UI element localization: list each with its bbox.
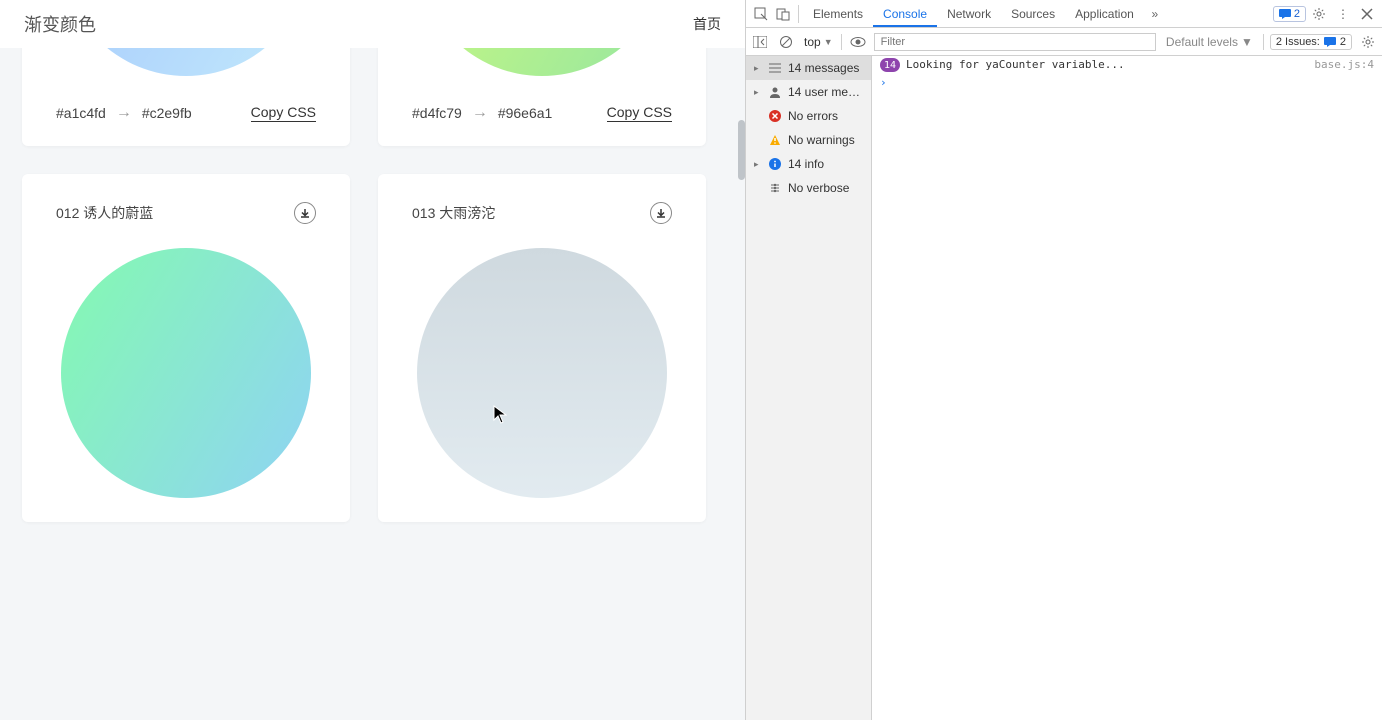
site-header: 渐变颜色 首页 bbox=[0, 0, 745, 48]
log-source[interactable]: base.js:4 bbox=[1314, 58, 1374, 72]
log-count-badge: 14 bbox=[880, 58, 900, 72]
device-toggle-icon[interactable] bbox=[772, 7, 794, 21]
download-icon bbox=[300, 208, 310, 218]
kebab-icon[interactable]: ⋮ bbox=[1332, 7, 1354, 21]
warning-icon bbox=[768, 133, 782, 147]
sidebar-errors[interactable]: No errors bbox=[746, 104, 871, 128]
toggle-sidebar-icon[interactable] bbox=[750, 36, 770, 48]
issues-button[interactable]: 2 Issues: 2 bbox=[1270, 34, 1352, 50]
color-to: #c2e9fb bbox=[142, 105, 192, 121]
copy-css-button[interactable]: Copy CSS bbox=[607, 104, 672, 122]
arrow-icon: → bbox=[116, 104, 132, 122]
chevron-right-icon: ▸ bbox=[754, 159, 762, 170]
context-selector[interactable]: top▼ bbox=[802, 35, 835, 49]
download-icon bbox=[656, 208, 666, 218]
error-icon bbox=[768, 109, 782, 123]
clear-console-icon[interactable] bbox=[776, 35, 796, 49]
chevron-down-icon: ▼ bbox=[1241, 35, 1253, 49]
color-codes: #d4fc79 → #96e6a1 bbox=[412, 104, 552, 122]
sidebar-messages[interactable]: ▸ 14 messages bbox=[746, 56, 871, 80]
log-row[interactable]: 14 Looking for yaCounter variable... bas… bbox=[872, 56, 1382, 74]
color-from: #d4fc79 bbox=[412, 105, 462, 121]
chevron-right-icon: ▸ bbox=[754, 63, 762, 74]
settings-icon[interactable] bbox=[1308, 7, 1330, 21]
sidebar-warnings[interactable]: No warnings bbox=[746, 128, 871, 152]
inspect-icon[interactable] bbox=[750, 7, 772, 21]
content-area: #a1c4fd → #c2e9fb Copy CSS #d4fc79 → #96… bbox=[0, 0, 745, 720]
chevron-right-icon: ▸ bbox=[754, 87, 762, 98]
live-expression-icon[interactable] bbox=[848, 36, 868, 48]
tab-console[interactable]: Console bbox=[873, 1, 937, 27]
chevron-down-icon: ▼ bbox=[824, 37, 833, 47]
card-grid: #a1c4fd → #c2e9fb Copy CSS #d4fc79 → #96… bbox=[0, 0, 745, 522]
card-title: 012 诱人的蔚蓝 bbox=[56, 203, 153, 223]
close-icon[interactable] bbox=[1356, 8, 1378, 20]
devtools-tabs: Elements Console Network Sources Applica… bbox=[746, 0, 1382, 28]
copy-css-button[interactable]: Copy CSS bbox=[251, 104, 316, 122]
sidebar-info[interactable]: ▸ 14 info bbox=[746, 152, 871, 176]
page-content: 渐变颜色 首页 #a1c4fd → #c2e9fb Copy CSS bbox=[0, 0, 745, 720]
console-sidebar: ▸ 14 messages ▸ 14 user me… No errors No… bbox=[746, 56, 872, 720]
devtools-panel: Elements Console Network Sources Applica… bbox=[745, 0, 1382, 720]
chat-icon bbox=[1324, 37, 1336, 47]
user-icon bbox=[768, 85, 782, 99]
tab-sources[interactable]: Sources bbox=[1001, 1, 1065, 27]
gradient-swatch bbox=[417, 248, 667, 498]
card-title: 013 大雨滂沱 bbox=[412, 203, 495, 223]
tab-elements[interactable]: Elements bbox=[803, 1, 873, 27]
gradient-swatch bbox=[61, 248, 311, 498]
levels-selector[interactable]: Default levels▼ bbox=[1166, 35, 1253, 49]
color-codes: #a1c4fd → #c2e9fb bbox=[56, 104, 192, 122]
feedback-button[interactable]: 2 bbox=[1273, 6, 1306, 22]
verbose-icon bbox=[768, 181, 782, 195]
info-icon bbox=[768, 157, 782, 171]
console-prompt[interactable]: › bbox=[872, 74, 1382, 91]
chat-icon bbox=[1279, 9, 1291, 19]
console-log: 14 Looking for yaCounter variable... bas… bbox=[872, 56, 1382, 720]
gradient-card: 012 诱人的蔚蓝 bbox=[22, 174, 350, 522]
arrow-icon: → bbox=[472, 104, 488, 122]
more-tabs-icon[interactable]: » bbox=[1144, 7, 1166, 21]
log-message: Looking for yaCounter variable... bbox=[906, 58, 1314, 72]
color-from: #a1c4fd bbox=[56, 105, 106, 121]
page-title: 渐变颜色 bbox=[24, 11, 96, 37]
color-to: #96e6a1 bbox=[498, 105, 553, 121]
tab-network[interactable]: Network bbox=[937, 1, 1001, 27]
sidebar-user-messages[interactable]: ▸ 14 user me… bbox=[746, 80, 871, 104]
list-icon bbox=[768, 61, 782, 75]
download-button[interactable] bbox=[294, 202, 316, 224]
console-toolbar: top▼ Default levels▼ 2 Issues: 2 bbox=[746, 28, 1382, 56]
settings-icon[interactable] bbox=[1358, 35, 1378, 49]
sidebar-verbose[interactable]: No verbose bbox=[746, 176, 871, 200]
console-main: ▸ 14 messages ▸ 14 user me… No errors No… bbox=[746, 56, 1382, 720]
tab-application[interactable]: Application bbox=[1065, 1, 1144, 27]
gradient-card: 013 大雨滂沱 bbox=[378, 174, 706, 522]
home-link[interactable]: 首页 bbox=[693, 14, 721, 34]
download-button[interactable] bbox=[650, 202, 672, 224]
filter-input[interactable] bbox=[874, 33, 1156, 51]
